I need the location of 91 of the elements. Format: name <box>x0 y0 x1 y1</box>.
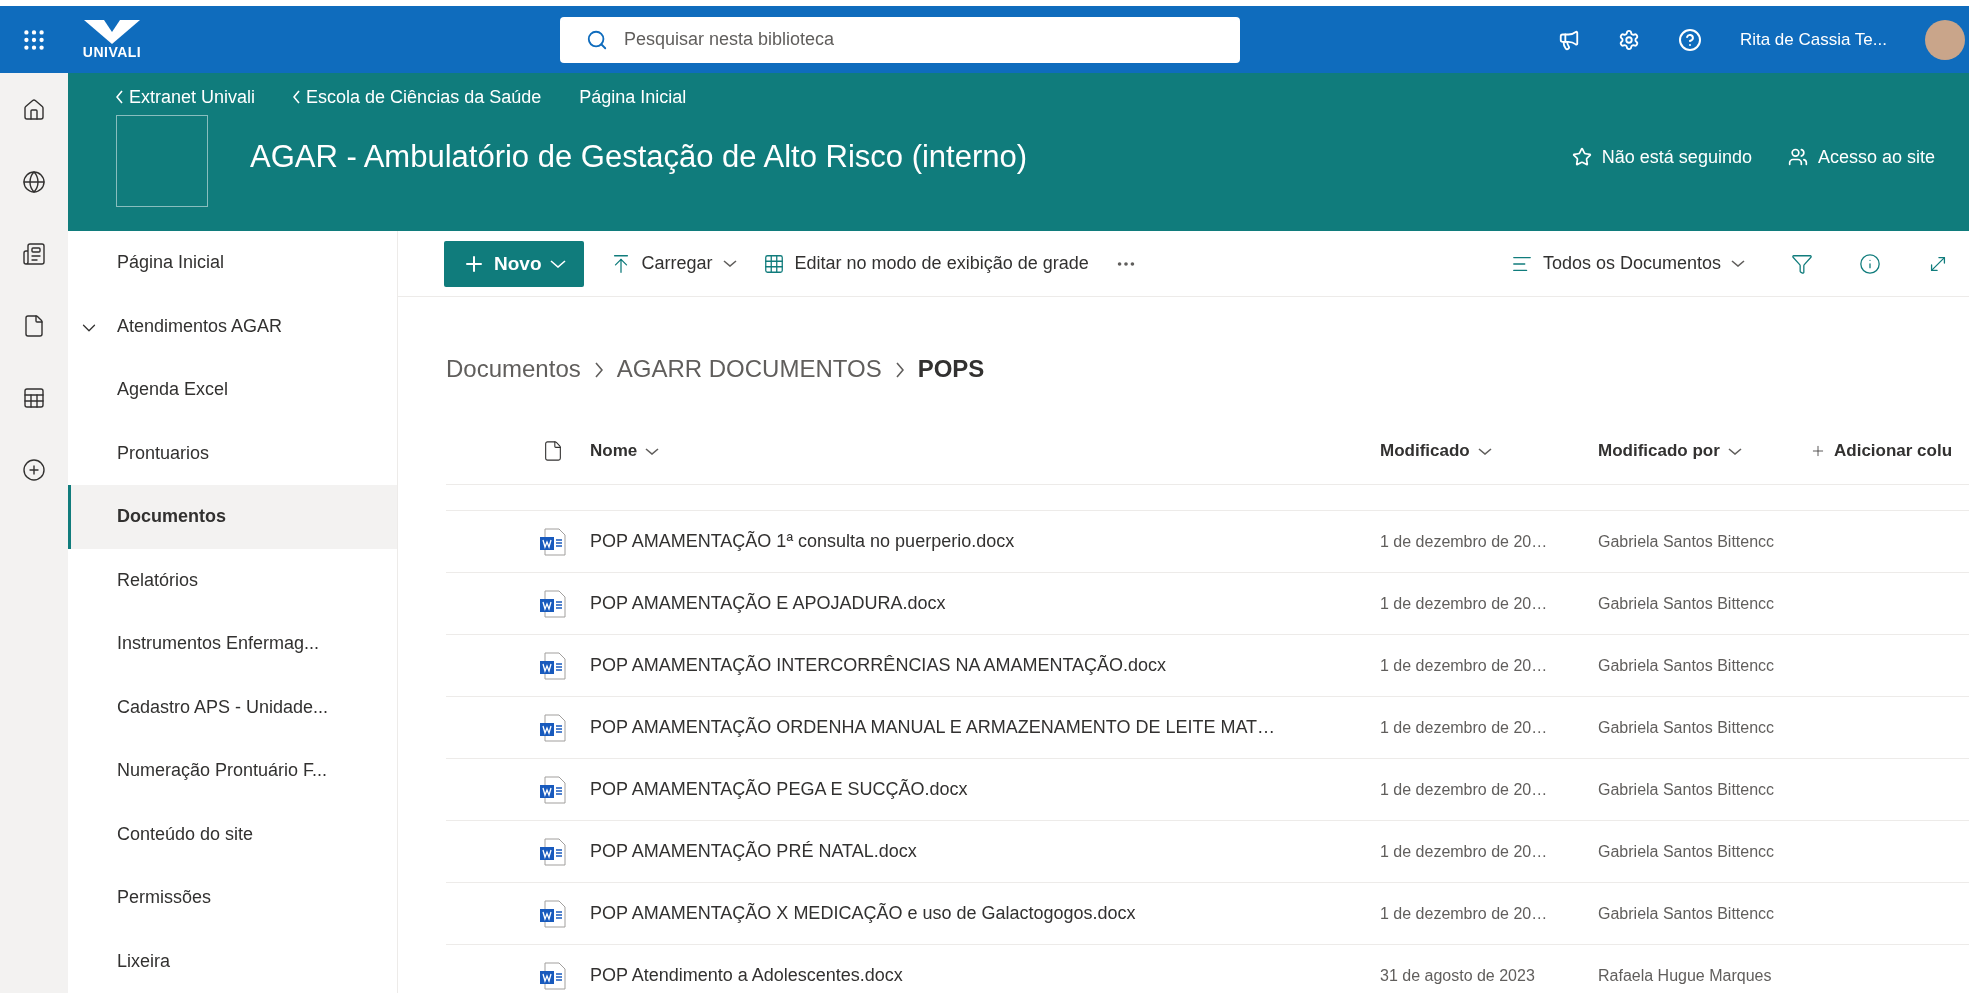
modified-by: Gabriela Santos Bittencc <box>1598 656 1776 675</box>
chevron-icon <box>722 260 737 267</box>
file-name-link[interactable]: POP AMAMENTAÇÃO E APOJADURA.docx <box>590 593 1380 614</box>
list-icon[interactable] <box>22 386 46 410</box>
word-file-icon <box>539 836 567 867</box>
header-action[interactable]: Não está seguindo <box>1571 146 1752 168</box>
word-file-icon <box>539 588 567 619</box>
modified-by: Gabriela Santos Bittencc <box>1598 780 1776 799</box>
breadcrumb-link[interactable]: Escola de Ciências da Saúde <box>293 86 542 108</box>
home-icon[interactable] <box>22 98 46 122</box>
chevron-icon <box>645 447 660 455</box>
modified-date: 1 de dezembro de 20… <box>1380 780 1549 799</box>
globe-icon[interactable] <box>22 170 46 194</box>
site-title: AGAR - Ambulatório de Gestação de Alto Risco (interno) <box>250 139 1028 175</box>
chevron-icon <box>594 362 603 378</box>
modified-date: 1 de dezembro de 20… <box>1380 594 1549 613</box>
modified-date: 31 de agosto de 2023 <box>1380 966 1536 985</box>
nav-item[interactable]: Relatórios <box>68 548 397 612</box>
column-header[interactable]: Modificado <box>1380 441 1598 461</box>
search-icon <box>586 28 608 51</box>
nav-item[interactable]: Atendimentos AGAR <box>68 294 397 358</box>
chevron-icon <box>293 90 301 104</box>
nav-item[interactable]: Numeração Prontuário F... <box>68 739 397 803</box>
word-file-icon <box>539 960 567 991</box>
file-type-icon <box>542 440 564 462</box>
breadcrumb-link[interactable]: Extranet Univali <box>116 86 256 108</box>
nav-item[interactable]: Conteúdo do site <box>68 802 397 866</box>
word-file-icon <box>539 650 567 681</box>
modified-date: 1 de dezembro de 20… <box>1380 718 1549 737</box>
nav-item[interactable]: Prontuarios <box>68 421 397 485</box>
word-file-icon <box>539 712 567 743</box>
nav-item[interactable]: Permissões <box>68 866 397 930</box>
modified-by: Rafaela Hugue Marques <box>1598 966 1773 985</box>
chevron-icon <box>895 362 904 378</box>
nav-item[interactable]: Documentos <box>68 485 397 549</box>
new-button[interactable]: Novo <box>444 240 584 287</box>
column-header[interactable]: Nome <box>590 441 1380 461</box>
view-selector[interactable]: Todos os Documentos <box>1510 252 1745 275</box>
breadcrumb-link[interactable]: AGARR DOCUMENTOS <box>616 355 882 383</box>
file-name-link[interactable]: POP AMAMENTAÇÃO ORDENHA MANUAL E ARMAZENAMENTO DE LEITE MAT… <box>590 717 1380 738</box>
filter-icon[interactable] <box>1791 252 1813 275</box>
chevron-icon <box>1727 447 1742 455</box>
nav-item[interactable]: Página Inicial <box>68 231 397 295</box>
modified-date: 1 de dezembro de 20… <box>1380 904 1549 923</box>
logo-text: UNIVALI <box>82 43 142 60</box>
modified-date: 1 de dezembro de 20… <box>1380 532 1549 551</box>
modified-by: Gabriela Santos Bittencc <box>1598 718 1776 737</box>
add-icon[interactable] <box>22 458 46 482</box>
file-name-link[interactable]: POP AMAMENTAÇÃO X MEDICAÇÃO e uso de Galactogogos.docx <box>590 903 1380 924</box>
settings-icon[interactable] <box>1617 28 1640 51</box>
column-header[interactable]: Adicionar colu <box>1810 441 1969 461</box>
chevron-icon <box>1731 260 1745 267</box>
help-icon[interactable] <box>1677 27 1702 52</box>
nav-item[interactable]: Cadastro APS - Unidade... <box>68 675 397 739</box>
modified-by: Gabriela Santos Bittencc <box>1598 904 1776 923</box>
word-file-icon <box>539 526 567 557</box>
chevron-icon <box>549 259 566 268</box>
breadcrumb-link[interactable]: Documentos <box>446 355 581 383</box>
plus-icon <box>1810 443 1826 459</box>
modified-date: 1 de dezembro de 20… <box>1380 842 1549 861</box>
word-file-icon <box>539 898 567 929</box>
modified-by: Gabriela Santos Bittencc <box>1598 842 1776 861</box>
nav-item[interactable]: Instrumentos Enfermag... <box>68 612 397 676</box>
nav-item[interactable]: Lixeira <box>68 929 397 993</box>
word-file-icon <box>539 774 567 805</box>
column-header[interactable]: Modificado por <box>1598 441 1810 461</box>
grid-icon <box>762 252 785 275</box>
chevron-icon <box>1477 447 1492 455</box>
chevron-icon <box>116 90 123 104</box>
modified-date: 1 de dezembro de 20… <box>1380 656 1549 675</box>
upload-button[interactable]: Carregar <box>609 252 737 275</box>
file-name-link[interactable]: POP AMAMENTAÇÃO INTERCORRÊNCIAS NA AMAMENTAÇÃO.docx <box>590 655 1380 676</box>
people-icon <box>1787 147 1808 167</box>
nav-item[interactable]: Agenda Excel <box>68 358 397 422</box>
file-name-link[interactable]: POP AMAMENTAÇÃO 1ª consulta no puerperio.docx <box>590 531 1380 552</box>
breadcrumb-link[interactable]: Página Inicial <box>579 86 687 108</box>
grid-edit-button[interactable]: Editar no modo de exibição de grade <box>762 252 1089 275</box>
info-icon[interactable] <box>1859 252 1881 275</box>
header-action[interactable]: Acesso ao site <box>1787 146 1935 168</box>
star-icon <box>1571 147 1592 167</box>
modified-by: Gabriela Santos Bittencc <box>1598 532 1776 551</box>
file-name-link[interactable]: POP AMAMENTAÇÃO PEGA E SUCÇÃO.docx <box>590 779 1380 800</box>
news-icon[interactable] <box>22 242 46 266</box>
user-name[interactable]: Rita de Cassia Te... <box>1739 29 1887 50</box>
modified-by: Gabriela Santos Bittencc <box>1598 594 1776 613</box>
megaphone-icon[interactable] <box>1557 28 1580 51</box>
logo-icon <box>82 19 142 44</box>
file-icon[interactable] <box>22 314 46 338</box>
file-name-link[interactable]: POP AMAMENTAÇÃO PRÉ NATAL.docx <box>590 841 1380 862</box>
breadcrumb-link[interactable]: POPS <box>917 355 985 383</box>
file-name-link[interactable]: POP Atendimento a Adolescentes.docx <box>590 965 1380 986</box>
